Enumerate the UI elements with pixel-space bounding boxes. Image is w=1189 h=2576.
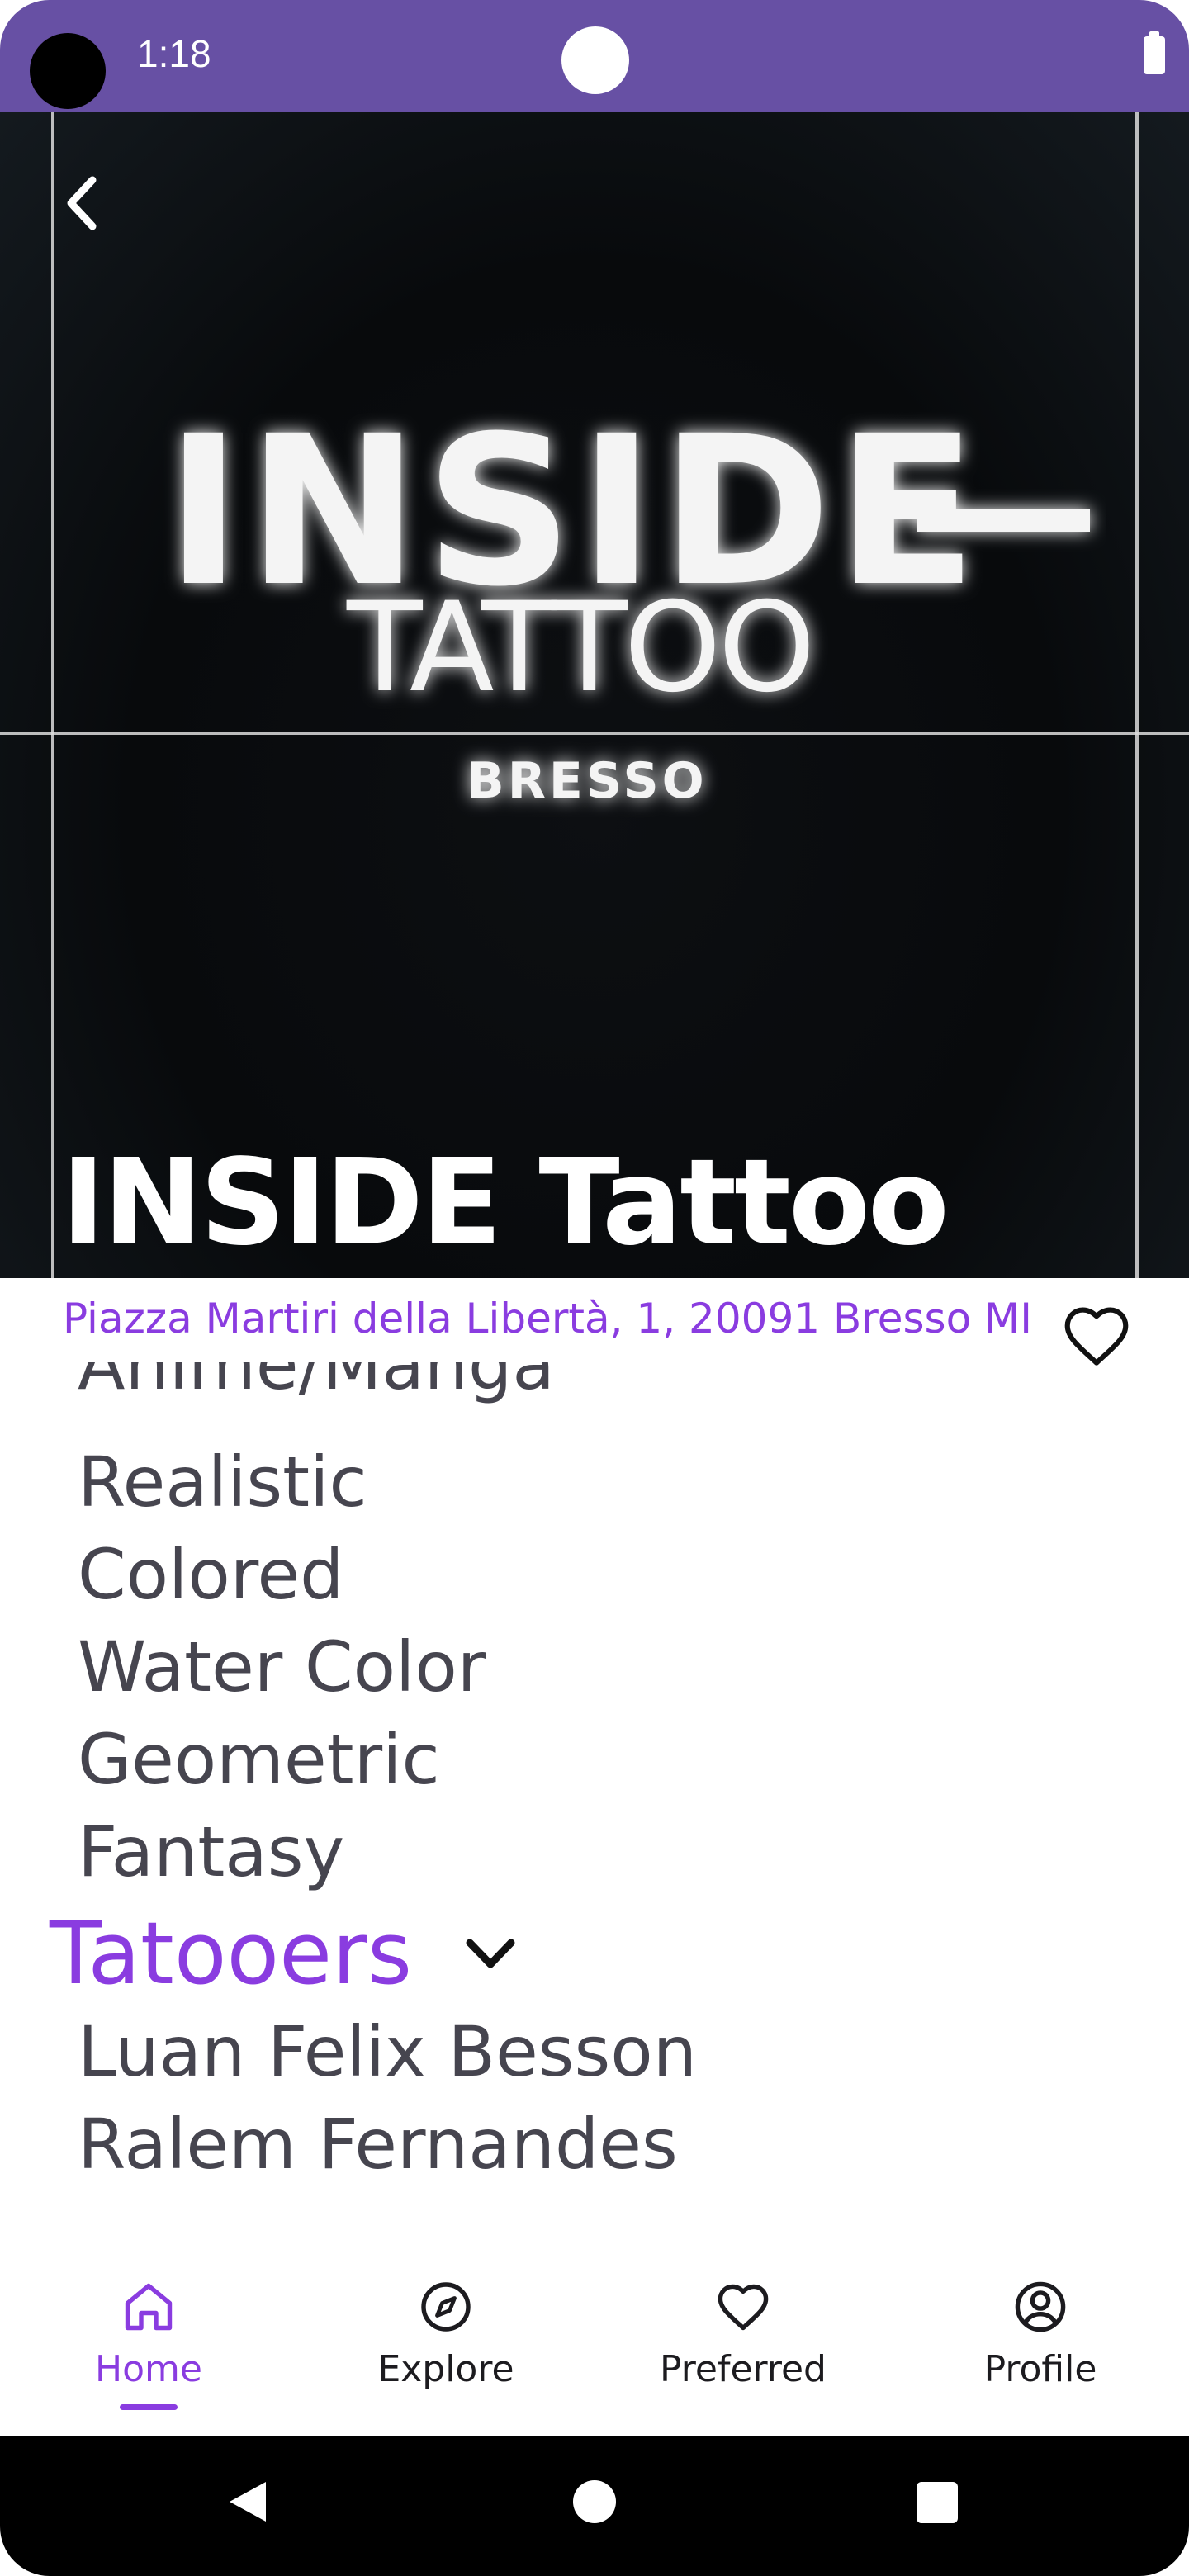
style-item: Anime/Manga xyxy=(78,1362,555,1405)
tattooers-section-toggle[interactable]: Tatooers xyxy=(50,1903,519,2004)
chevron-down-icon xyxy=(466,1939,515,1968)
neon-frame-line xyxy=(1135,112,1139,1278)
nav-preferred[interactable]: Preferred xyxy=(619,2259,867,2436)
nav-home-label: Home xyxy=(95,2348,202,2390)
nav-explore[interactable]: Explore xyxy=(322,2259,570,2436)
nav-profile-label: Profile xyxy=(983,2348,1097,2390)
nav-explore-label: Explore xyxy=(377,2348,514,2390)
logo-text-tattoo: TATTOO xyxy=(346,576,812,720)
status-time: 1:18 xyxy=(137,32,211,75)
status-bar: 1:18 xyxy=(0,0,1189,112)
logo-text-bresso: BRESSO xyxy=(467,752,708,810)
camera-cutout xyxy=(30,33,106,109)
tattooer-item[interactable]: Ralem Fernandes xyxy=(78,2104,678,2185)
neon-frame-line xyxy=(51,112,54,1278)
shop-cover-image: INSIDE TATTOO BRESSO INSIDE Tattoo xyxy=(0,112,1189,1278)
tattooers-section-title: Tatooers xyxy=(50,1903,413,2004)
active-tab-indicator xyxy=(120,2404,178,2410)
nav-preferred-label: Preferred xyxy=(660,2348,827,2390)
battery-icon xyxy=(1144,31,1165,74)
style-item: Colored xyxy=(78,1534,344,1615)
shop-logo: INSIDE TATTOO BRESSO xyxy=(165,391,1090,810)
status-notification-dot xyxy=(561,26,629,94)
style-item: Fantasy xyxy=(78,1811,345,1892)
system-back-button[interactable] xyxy=(223,2477,272,2526)
home-icon xyxy=(125,2283,173,2331)
bottom-navigation: Home Explore Preferred Profile xyxy=(0,2259,1189,2436)
style-item: Realistic xyxy=(78,1442,367,1522)
system-recents-button[interactable] xyxy=(917,2482,958,2523)
compass-icon xyxy=(421,2282,471,2332)
shop-name: INSIDE Tattoo xyxy=(61,1133,950,1271)
system-navigation-bar xyxy=(0,2436,1189,2576)
account-circle-icon xyxy=(1015,2281,1066,2332)
back-button[interactable] xyxy=(58,170,107,236)
heart-icon xyxy=(718,2284,769,2331)
system-home-button[interactable] xyxy=(573,2480,616,2523)
tattooer-item[interactable]: Luan Felix Besson xyxy=(78,2011,697,2092)
nav-home[interactable]: Home xyxy=(25,2259,272,2436)
nav-profile[interactable]: Profile xyxy=(917,2259,1164,2436)
style-item: Water Color xyxy=(78,1627,486,1707)
style-item: Geometric xyxy=(78,1719,440,1800)
shop-address[interactable]: Piazza Martiri della Libertà, 1, 20091 B… xyxy=(63,1295,1032,1342)
